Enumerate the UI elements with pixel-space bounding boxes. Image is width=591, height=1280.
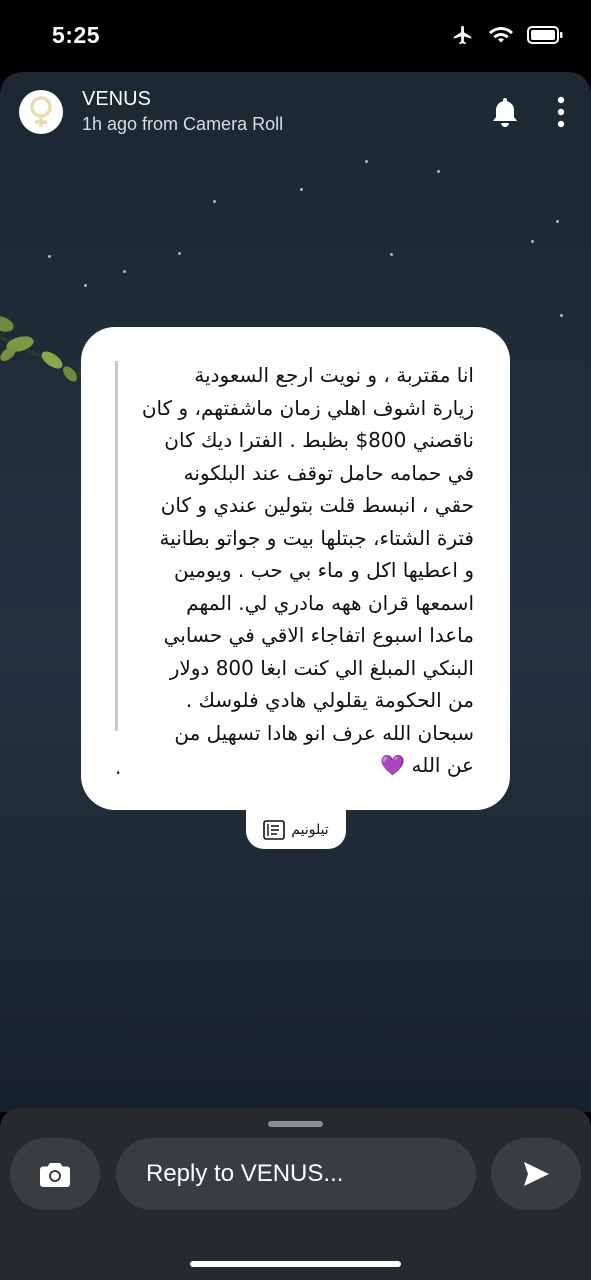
message-text: انا مقتربة ، و نويت ارجع السعودية زيارة … <box>141 363 474 777</box>
message-card: انا مقتربة ، و نويت ارجع السعودية زيارة … <box>81 327 510 810</box>
avatar[interactable] <box>19 90 63 134</box>
user-name[interactable]: VENUS <box>82 88 151 111</box>
battery-icon <box>527 26 563 44</box>
story-subtitle: 1h ago from Camera Roll <box>82 114 284 134</box>
airplane-icon <box>453 25 472 45</box>
status-bar: 5:25 <box>0 0 591 72</box>
camera-button[interactable] <box>10 1138 100 1210</box>
app-logo-icon <box>263 819 286 840</box>
wifi-icon <box>489 27 513 43</box>
bell-icon[interactable] <box>490 96 520 128</box>
reply-input[interactable]: Reply to VENUS... <box>116 1138 476 1210</box>
trailing-dot: . <box>115 755 122 779</box>
quote-bar <box>115 361 118 731</box>
status-time: 5:25 <box>52 22 101 48</box>
send-icon <box>524 1162 549 1186</box>
source-tag[interactable]: تيلونيم <box>246 810 346 849</box>
drag-handle[interactable] <box>268 1121 323 1127</box>
venus-symbol-icon <box>30 96 52 127</box>
more-options-icon[interactable] <box>556 96 566 128</box>
source-label: تيلونيم <box>291 821 329 838</box>
send-button[interactable] <box>491 1138 581 1210</box>
camera-icon <box>40 1163 70 1187</box>
branch-decoration <box>0 316 86 382</box>
status-icons <box>451 24 563 46</box>
story-view[interactable]: VENUS 1h ago from Camera Roll انا مقتربة… <box>0 72 591 1112</box>
home-indicator[interactable] <box>190 1261 401 1267</box>
